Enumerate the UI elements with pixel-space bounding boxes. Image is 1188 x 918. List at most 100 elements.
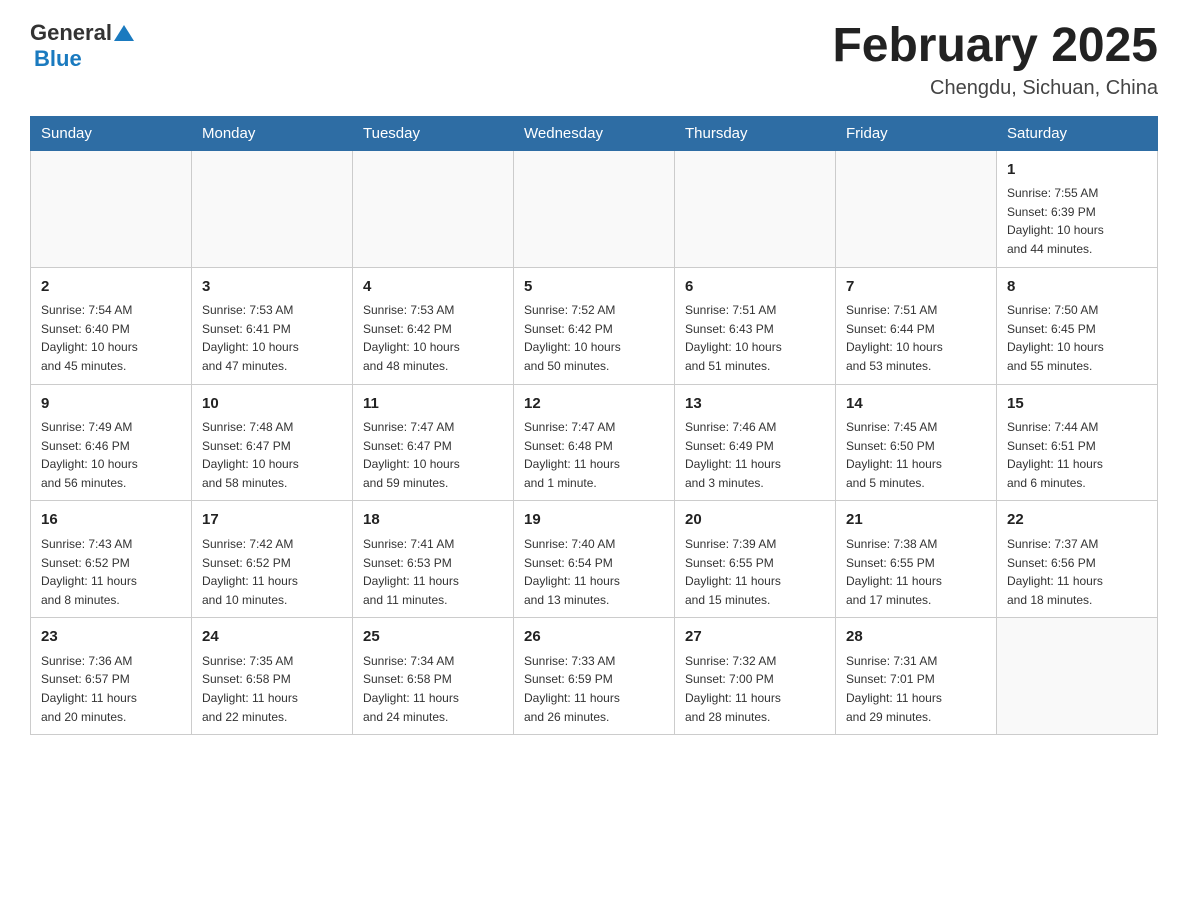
calendar-cell xyxy=(192,150,353,267)
calendar-cell: 12Sunrise: 7:47 AMSunset: 6:48 PMDayligh… xyxy=(514,384,675,501)
day-number: 5 xyxy=(524,276,664,299)
calendar-week-row: 9Sunrise: 7:49 AMSunset: 6:46 PMDaylight… xyxy=(31,384,1158,501)
calendar-cell: 10Sunrise: 7:48 AMSunset: 6:47 PMDayligh… xyxy=(192,384,353,501)
day-info: Sunrise: 7:54 AMSunset: 6:40 PMDaylight:… xyxy=(41,301,181,375)
calendar-cell: 11Sunrise: 7:47 AMSunset: 6:47 PMDayligh… xyxy=(353,384,514,501)
calendar-cell: 26Sunrise: 7:33 AMSunset: 6:59 PMDayligh… xyxy=(514,618,675,735)
calendar-cell: 28 Sunrise: 7:31 AMSunset: 7:01 PMDayligh… xyxy=(836,618,997,735)
day-number: 1 xyxy=(1007,159,1147,182)
day-info: Sunrise: 7:37 AMSunset: 6:56 PMDaylight:… xyxy=(1007,535,1147,609)
day-info: Sunrise: 7:40 AMSunset: 6:54 PMDaylight:… xyxy=(524,535,664,609)
calendar-header-tuesday: Tuesday xyxy=(353,116,514,150)
day-info: Sunrise: 7:42 AMSunset: 6:52 PMDaylight:… xyxy=(202,535,342,609)
day-info: Sunrise: 7:45 AMSunset: 6:50 PMDaylight:… xyxy=(846,418,986,492)
calendar-cell: 23 Sunrise: 7:36 AMSunset: 6:57 PMDayligh… xyxy=(31,618,192,735)
calendar-cell: 14Sunrise: 7:45 AMSunset: 6:50 PMDayligh… xyxy=(836,384,997,501)
day-info: Sunrise: 7:31 AMSunset: 7:01 PMDaylight:… xyxy=(846,652,986,726)
day-number: 10 xyxy=(202,393,342,416)
calendar-header-friday: Friday xyxy=(836,116,997,150)
day-number: 3 xyxy=(202,276,342,299)
calendar-cell xyxy=(836,150,997,267)
day-info: Sunrise: 7:52 AMSunset: 6:42 PMDaylight:… xyxy=(524,301,664,375)
day-info: Sunrise: 7:41 AMSunset: 6:53 PMDaylight:… xyxy=(363,535,503,609)
logo-triangle-icon xyxy=(114,25,134,41)
day-number: 21 xyxy=(846,509,986,532)
day-info: Sunrise: 7:46 AMSunset: 6:49 PMDaylight:… xyxy=(685,418,825,492)
calendar-cell xyxy=(31,150,192,267)
calendar-week-row: 16Sunrise: 7:43 AMSunset: 6:52 PMDayligh… xyxy=(31,501,1158,618)
day-info: Sunrise: 7:47 AMSunset: 6:47 PMDaylight:… xyxy=(363,418,503,492)
day-number: 18 xyxy=(363,509,503,532)
day-number: 2 xyxy=(41,276,181,299)
calendar-cell: 2Sunrise: 7:54 AMSunset: 6:40 PMDaylight… xyxy=(31,267,192,384)
day-info: Sunrise: 7:36 AMSunset: 6:57 PMDaylight:… xyxy=(41,652,181,726)
calendar-cell xyxy=(514,150,675,267)
calendar-cell: 1Sunrise: 7:55 AMSunset: 6:39 PMDaylight… xyxy=(997,150,1158,267)
day-number: 19 xyxy=(524,509,664,532)
day-info: Sunrise: 7:35 AMSunset: 6:58 PMDaylight:… xyxy=(202,652,342,726)
calendar-header-row: SundayMondayTuesdayWednesdayThursdayFrid… xyxy=(31,116,1158,150)
calendar-cell xyxy=(353,150,514,267)
calendar-cell: 21 Sunrise: 7:38 AMSunset: 6:55 PMDayligh… xyxy=(836,501,997,618)
day-number: 11 xyxy=(363,393,503,416)
calendar-cell: 17 Sunrise: 7:42 AMSunset: 6:52 PMDayligh… xyxy=(192,501,353,618)
day-info: Sunrise: 7:53 AMSunset: 6:42 PMDaylight:… xyxy=(363,301,503,375)
calendar-cell xyxy=(997,618,1158,735)
day-number: 27 xyxy=(685,626,825,649)
day-number: 13 xyxy=(685,393,825,416)
page-header: General Blue February 2025 Chengdu, Sich… xyxy=(30,20,1158,100)
day-number: 24 xyxy=(202,626,342,649)
day-info: Sunrise: 7:32 AMSunset: 7:00 PMDaylight:… xyxy=(685,652,825,726)
calendar-cell: 3Sunrise: 7:53 AMSunset: 6:41 PMDaylight… xyxy=(192,267,353,384)
logo-blue-text: Blue xyxy=(34,46,82,72)
location-subtitle: Chengdu, Sichuan, China xyxy=(832,77,1158,100)
day-number: 17 xyxy=(202,509,342,532)
calendar-cell: 9Sunrise: 7:49 AMSunset: 6:46 PMDaylight… xyxy=(31,384,192,501)
day-number: 23 xyxy=(41,626,181,649)
day-number: 25 xyxy=(363,626,503,649)
calendar-header-sunday: Sunday xyxy=(31,116,192,150)
calendar-cell: 4Sunrise: 7:53 AMSunset: 6:42 PMDaylight… xyxy=(353,267,514,384)
day-info: Sunrise: 7:47 AMSunset: 6:48 PMDaylight:… xyxy=(524,418,664,492)
calendar-cell: 18 Sunrise: 7:41 AMSunset: 6:53 PMDayligh… xyxy=(353,501,514,618)
day-info: Sunrise: 7:49 AMSunset: 6:46 PMDaylight:… xyxy=(41,418,181,492)
day-number: 28 xyxy=(846,626,986,649)
day-info: Sunrise: 7:38 AMSunset: 6:55 PMDaylight:… xyxy=(846,535,986,609)
calendar-cell: 7Sunrise: 7:51 AMSunset: 6:44 PMDaylight… xyxy=(836,267,997,384)
calendar-cell: 16Sunrise: 7:43 AMSunset: 6:52 PMDayligh… xyxy=(31,501,192,618)
calendar-header-wednesday: Wednesday xyxy=(514,116,675,150)
day-info: Sunrise: 7:34 AMSunset: 6:58 PMDaylight:… xyxy=(363,652,503,726)
day-number: 22 xyxy=(1007,509,1147,532)
calendar-cell: 20 Sunrise: 7:39 AMSunset: 6:55 PMDayligh… xyxy=(675,501,836,618)
day-number: 7 xyxy=(846,276,986,299)
day-info: Sunrise: 7:43 AMSunset: 6:52 PMDaylight:… xyxy=(41,535,181,609)
day-number: 26 xyxy=(524,626,664,649)
day-number: 8 xyxy=(1007,276,1147,299)
day-info: Sunrise: 7:39 AMSunset: 6:55 PMDaylight:… xyxy=(685,535,825,609)
day-number: 9 xyxy=(41,393,181,416)
calendar-table: SundayMondayTuesdayWednesdayThursdayFrid… xyxy=(30,116,1158,735)
calendar-cell: 5Sunrise: 7:52 AMSunset: 6:42 PMDaylight… xyxy=(514,267,675,384)
day-info: Sunrise: 7:51 AMSunset: 6:43 PMDaylight:… xyxy=(685,301,825,375)
calendar-week-row: 2Sunrise: 7:54 AMSunset: 6:40 PMDaylight… xyxy=(31,267,1158,384)
day-number: 15 xyxy=(1007,393,1147,416)
day-info: Sunrise: 7:44 AMSunset: 6:51 PMDaylight:… xyxy=(1007,418,1147,492)
logo: General Blue xyxy=(30,20,134,72)
calendar-header-saturday: Saturday xyxy=(997,116,1158,150)
day-info: Sunrise: 7:55 AMSunset: 6:39 PMDaylight:… xyxy=(1007,184,1147,258)
calendar-cell: 13Sunrise: 7:46 AMSunset: 6:49 PMDayligh… xyxy=(675,384,836,501)
month-year-title: February 2025 xyxy=(832,20,1158,73)
calendar-cell: 27 Sunrise: 7:32 AMSunset: 7:00 PMDayligh… xyxy=(675,618,836,735)
day-info: Sunrise: 7:48 AMSunset: 6:47 PMDaylight:… xyxy=(202,418,342,492)
title-section: February 2025 Chengdu, Sichuan, China xyxy=(832,20,1158,100)
calendar-header-thursday: Thursday xyxy=(675,116,836,150)
day-info: Sunrise: 7:50 AMSunset: 6:45 PMDaylight:… xyxy=(1007,301,1147,375)
calendar-week-row: 1Sunrise: 7:55 AMSunset: 6:39 PMDaylight… xyxy=(31,150,1158,267)
calendar-cell: 8Sunrise: 7:50 AMSunset: 6:45 PMDaylight… xyxy=(997,267,1158,384)
day-number: 4 xyxy=(363,276,503,299)
day-number: 20 xyxy=(685,509,825,532)
calendar-cell: 22 Sunrise: 7:37 AMSunset: 6:56 PMDayligh… xyxy=(997,501,1158,618)
day-number: 6 xyxy=(685,276,825,299)
calendar-cell: 19 Sunrise: 7:40 AMSunset: 6:54 PMDayligh… xyxy=(514,501,675,618)
day-info: Sunrise: 7:53 AMSunset: 6:41 PMDaylight:… xyxy=(202,301,342,375)
